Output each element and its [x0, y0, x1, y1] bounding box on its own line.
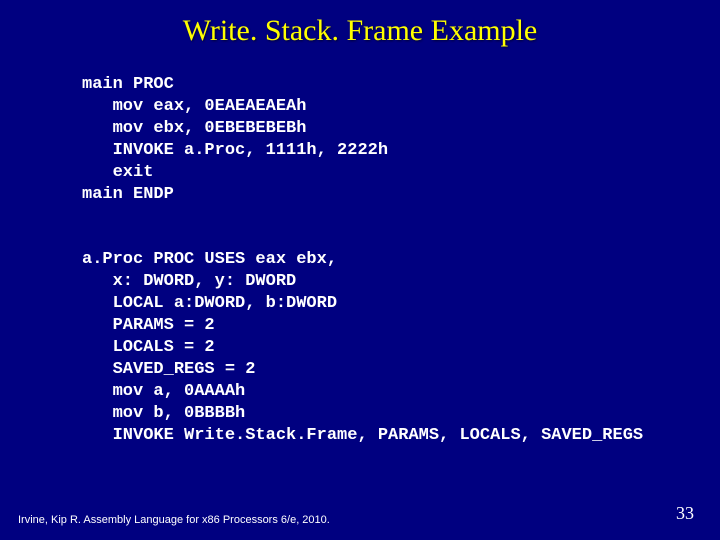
footer-citation: Irvine, Kip R. Assembly Language for x86… [18, 514, 330, 526]
slide-title: Write. Stack. Frame Example [0, 0, 720, 56]
code-block-aproc: a.Proc PROC USES eax ebx, x: DWORD, y: D… [0, 207, 720, 448]
page-number: 33 [676, 503, 694, 524]
code-block-main: main PROC mov eax, 0EAEAEAEAh mov ebx, 0… [0, 56, 720, 207]
